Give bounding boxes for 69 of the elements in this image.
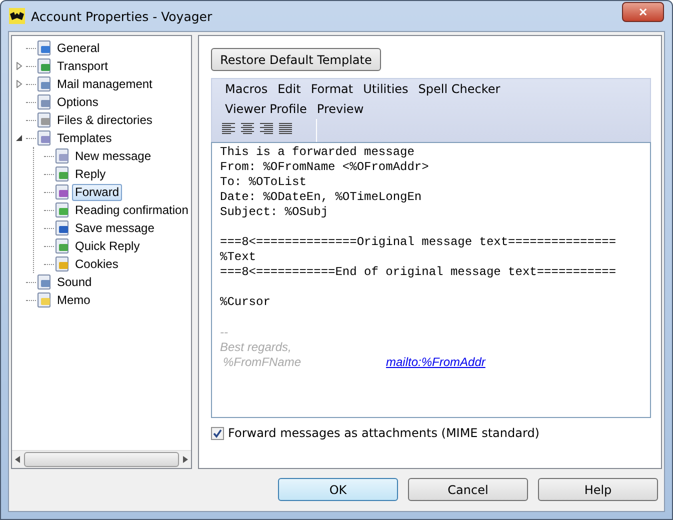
dialog-button[interactable]: Help bbox=[538, 478, 658, 501]
menu-item[interactable]: Viewer Profile bbox=[222, 102, 310, 116]
template-line: This is a forwarded message bbox=[220, 145, 414, 159]
document-icon bbox=[54, 256, 70, 272]
tree-item[interactable]: Options bbox=[54, 94, 102, 110]
template-line: Date: %ODateEn, %OTimeLongEn bbox=[220, 190, 422, 204]
signature-separator: -- bbox=[220, 325, 228, 339]
document-icon bbox=[36, 112, 52, 128]
scroll-right-icon[interactable] bbox=[183, 456, 188, 463]
document-icon bbox=[54, 220, 70, 236]
scroll-left-icon[interactable] bbox=[15, 456, 20, 463]
restore-default-button[interactable]: Restore Default Template bbox=[211, 48, 381, 71]
expand-arrow-icon[interactable] bbox=[16, 80, 23, 88]
tree-item[interactable]: Transport bbox=[54, 58, 111, 74]
menu-item[interactable]: Macros bbox=[222, 82, 271, 96]
tree-item[interactable]: Templates bbox=[54, 130, 115, 146]
template-editor[interactable] bbox=[211, 142, 651, 418]
checkbox[interactable] bbox=[211, 426, 224, 440]
align-icon[interactable] bbox=[260, 123, 273, 134]
document-icon bbox=[54, 148, 70, 164]
template-line: %Cursor bbox=[220, 295, 270, 309]
tree-item[interactable]: Reply bbox=[72, 166, 109, 182]
tree-item[interactable]: Forward bbox=[72, 184, 122, 200]
dialog-button[interactable]: OK bbox=[278, 478, 398, 501]
menu-item[interactable]: Preview bbox=[314, 102, 367, 116]
bat-icon bbox=[9, 8, 25, 24]
tree-item[interactable]: Files & directories bbox=[54, 112, 156, 128]
menu-item[interactable]: Spell Checker bbox=[415, 82, 504, 96]
align-icon[interactable] bbox=[241, 123, 254, 134]
template-line: From: %OFromName <%OFromAddr> bbox=[220, 160, 429, 174]
signature-greeting: Best regards, bbox=[220, 340, 292, 354]
menu-item[interactable]: Utilities bbox=[360, 82, 412, 96]
mailto-link[interactable]: mailto:%FromAddr bbox=[386, 355, 486, 370]
document-icon bbox=[36, 130, 52, 146]
tree-item[interactable]: Reading confirmation bbox=[72, 202, 191, 218]
menu-item[interactable]: Edit bbox=[274, 82, 304, 96]
template-line: ===8<===========End of original message text=========== bbox=[220, 265, 616, 279]
document-icon bbox=[36, 58, 52, 74]
dialog-button[interactable]: Cancel bbox=[408, 478, 528, 501]
window-title: Account Properties - Voyager bbox=[31, 8, 214, 24]
document-icon bbox=[54, 166, 70, 182]
document-icon bbox=[36, 76, 52, 92]
scrollbar[interactable] bbox=[12, 450, 191, 468]
tree-item[interactable]: Sound bbox=[54, 274, 95, 290]
template-line: ===8<==============Original message text=============== bbox=[220, 235, 616, 249]
checkbox-label: Forward messages as attachments (MIME standard) bbox=[228, 426, 540, 440]
document-icon bbox=[36, 292, 52, 308]
tree-item[interactable]: Quick Reply bbox=[72, 238, 143, 254]
template-line: Subject: %OSubj bbox=[220, 205, 328, 219]
tree-item[interactable]: New message bbox=[72, 148, 154, 164]
align-icon[interactable] bbox=[222, 123, 235, 134]
tree-item[interactable]: Cookies bbox=[72, 256, 122, 272]
signature-name: %FromFName bbox=[223, 355, 302, 370]
collapse-arrow-icon[interactable] bbox=[16, 134, 23, 142]
document-icon bbox=[54, 238, 70, 254]
tree-item[interactable]: Mail management bbox=[54, 76, 156, 92]
tree-item[interactable]: Memo bbox=[54, 292, 94, 308]
tree-item[interactable]: General bbox=[54, 40, 103, 56]
template-line: %Text bbox=[220, 250, 256, 264]
document-icon bbox=[36, 94, 52, 110]
expand-arrow-icon[interactable] bbox=[16, 62, 23, 70]
document-icon bbox=[54, 184, 70, 200]
document-icon bbox=[36, 274, 52, 290]
document-icon bbox=[54, 202, 70, 218]
align-icon[interactable] bbox=[279, 123, 292, 134]
tree-item[interactable]: Save message bbox=[72, 220, 158, 236]
menu-item[interactable]: Format bbox=[308, 82, 356, 96]
template-line: To: %OToList bbox=[220, 175, 306, 189]
document-icon bbox=[36, 40, 52, 56]
